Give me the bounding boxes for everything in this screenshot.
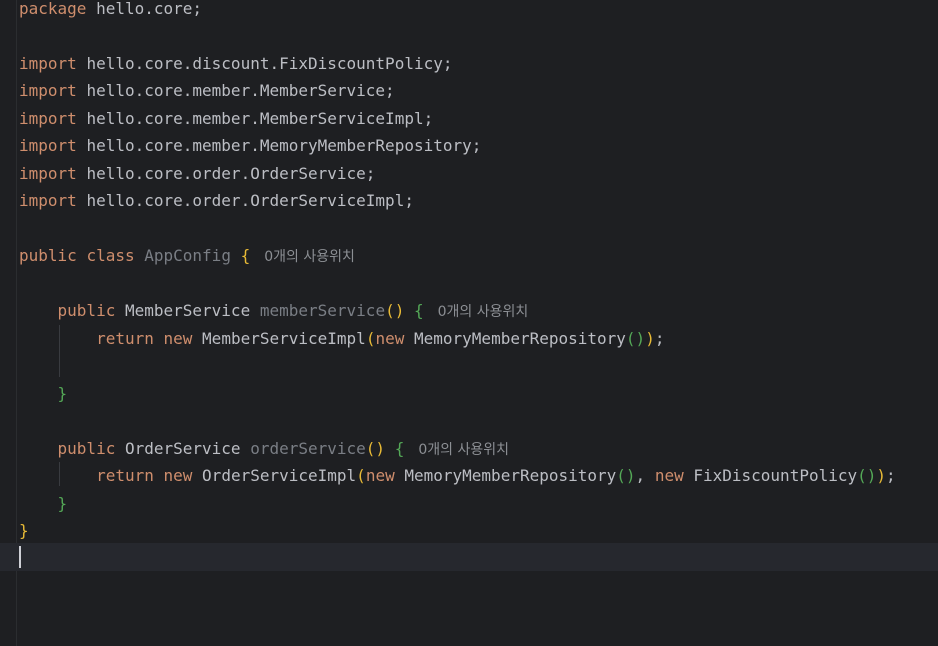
keyword: public bbox=[19, 246, 77, 265]
open-brace: { bbox=[240, 246, 251, 265]
class-ref: MemoryMemberRepository bbox=[404, 466, 617, 485]
class-ref: OrderServiceImpl bbox=[202, 466, 357, 485]
class-ref: MemberServiceImpl bbox=[202, 329, 366, 348]
keyword: return bbox=[96, 329, 154, 348]
code-editor[interactable]: package hello.core; import hello.core.di… bbox=[0, 0, 938, 646]
keyword: return bbox=[96, 466, 154, 485]
code-line-import[interactable]: import hello.core.member.MemberService; bbox=[19, 77, 395, 104]
semicolon: ; bbox=[654, 329, 665, 348]
return-type: OrderService bbox=[124, 439, 241, 458]
keyword: import bbox=[19, 191, 77, 210]
code-line-class-decl[interactable]: public class AppConfig {0개의 사용위치 bbox=[19, 242, 355, 269]
import-path: hello.core.discount.FixDiscountPolicy; bbox=[86, 54, 453, 73]
import-path: hello.core.member.MemoryMemberRepository… bbox=[86, 136, 482, 155]
keyword: import bbox=[19, 164, 77, 183]
code-line-close-brace[interactable]: } bbox=[19, 380, 68, 407]
code-line-import[interactable]: import hello.core.order.OrderServiceImpl… bbox=[19, 187, 414, 214]
keyword: class bbox=[86, 246, 135, 265]
code-line-import[interactable]: import hello.core.discount.FixDiscountPo… bbox=[19, 50, 452, 77]
class-ref: FixDiscountPolicy bbox=[693, 466, 858, 485]
open-brace: { bbox=[394, 439, 405, 458]
keyword: import bbox=[19, 109, 77, 128]
keyword: new bbox=[163, 466, 193, 485]
keyword: public bbox=[57, 301, 116, 320]
semicolon: ; bbox=[886, 466, 896, 485]
current-line-highlight bbox=[0, 543, 938, 571]
text-caret bbox=[19, 546, 21, 568]
paren: ( bbox=[365, 329, 376, 348]
code-line-return[interactable]: return new OrderServiceImpl(new MemoryMe… bbox=[19, 462, 896, 489]
keyword: package bbox=[19, 0, 87, 18]
parens: () bbox=[365, 439, 386, 458]
code-line-close-brace[interactable]: } bbox=[19, 490, 68, 517]
code-line-import[interactable]: import hello.core.member.MemberServiceIm… bbox=[19, 105, 433, 132]
import-path: hello.core.order.OrderServiceImpl; bbox=[86, 191, 414, 210]
code-line-import[interactable]: import hello.core.member.MemoryMemberRep… bbox=[19, 132, 481, 159]
keyword: new bbox=[375, 329, 405, 348]
comma: , bbox=[635, 466, 655, 485]
parens: () bbox=[857, 466, 877, 485]
code-line-class-close[interactable]: } bbox=[19, 517, 29, 544]
return-type: MemberService bbox=[124, 301, 251, 320]
code-line-method-decl[interactable]: public MemberService memberService() {0개… bbox=[19, 297, 529, 324]
close-brace: } bbox=[57, 384, 68, 403]
class-ref: MemoryMemberRepository bbox=[414, 329, 626, 348]
keyword: new bbox=[654, 466, 684, 485]
keyword: import bbox=[19, 81, 77, 100]
keyword: new bbox=[163, 329, 193, 348]
paren: ( bbox=[356, 466, 366, 485]
paren: ) bbox=[645, 329, 655, 348]
usages-hint[interactable]: 0개의 사용위치 bbox=[438, 304, 529, 320]
parens: () bbox=[385, 301, 405, 320]
usages-hint[interactable]: 0개의 사용위치 bbox=[264, 249, 355, 265]
close-brace: } bbox=[19, 521, 29, 540]
method-name: orderService bbox=[250, 439, 366, 458]
open-brace: { bbox=[413, 301, 424, 320]
import-path: hello.core.member.MemberServiceImpl; bbox=[86, 109, 434, 128]
keyword: new bbox=[365, 466, 395, 485]
close-brace: } bbox=[57, 494, 68, 513]
keyword: public bbox=[57, 439, 116, 458]
keyword: import bbox=[19, 54, 77, 73]
code-line-return[interactable]: return new MemberServiceImpl(new MemoryM… bbox=[19, 325, 664, 352]
keyword: import bbox=[19, 136, 77, 155]
code-line-package[interactable]: package hello.core; bbox=[19, 0, 202, 22]
usages-hint[interactable]: 0개의 사용위치 bbox=[418, 442, 509, 458]
import-path: hello.core.member.MemberService; bbox=[86, 81, 395, 100]
class-name: AppConfig bbox=[144, 246, 231, 265]
parens: () bbox=[625, 329, 646, 348]
code-line-import[interactable]: import hello.core.order.OrderService; bbox=[19, 160, 375, 187]
method-name: memberService bbox=[259, 301, 386, 320]
import-path: hello.core.order.OrderService; bbox=[86, 164, 376, 183]
paren: ) bbox=[876, 466, 887, 485]
package-name: hello.core; bbox=[96, 0, 203, 18]
parens: () bbox=[616, 466, 636, 485]
code-line-method-decl[interactable]: public OrderService orderService() {0개의 … bbox=[19, 435, 509, 462]
